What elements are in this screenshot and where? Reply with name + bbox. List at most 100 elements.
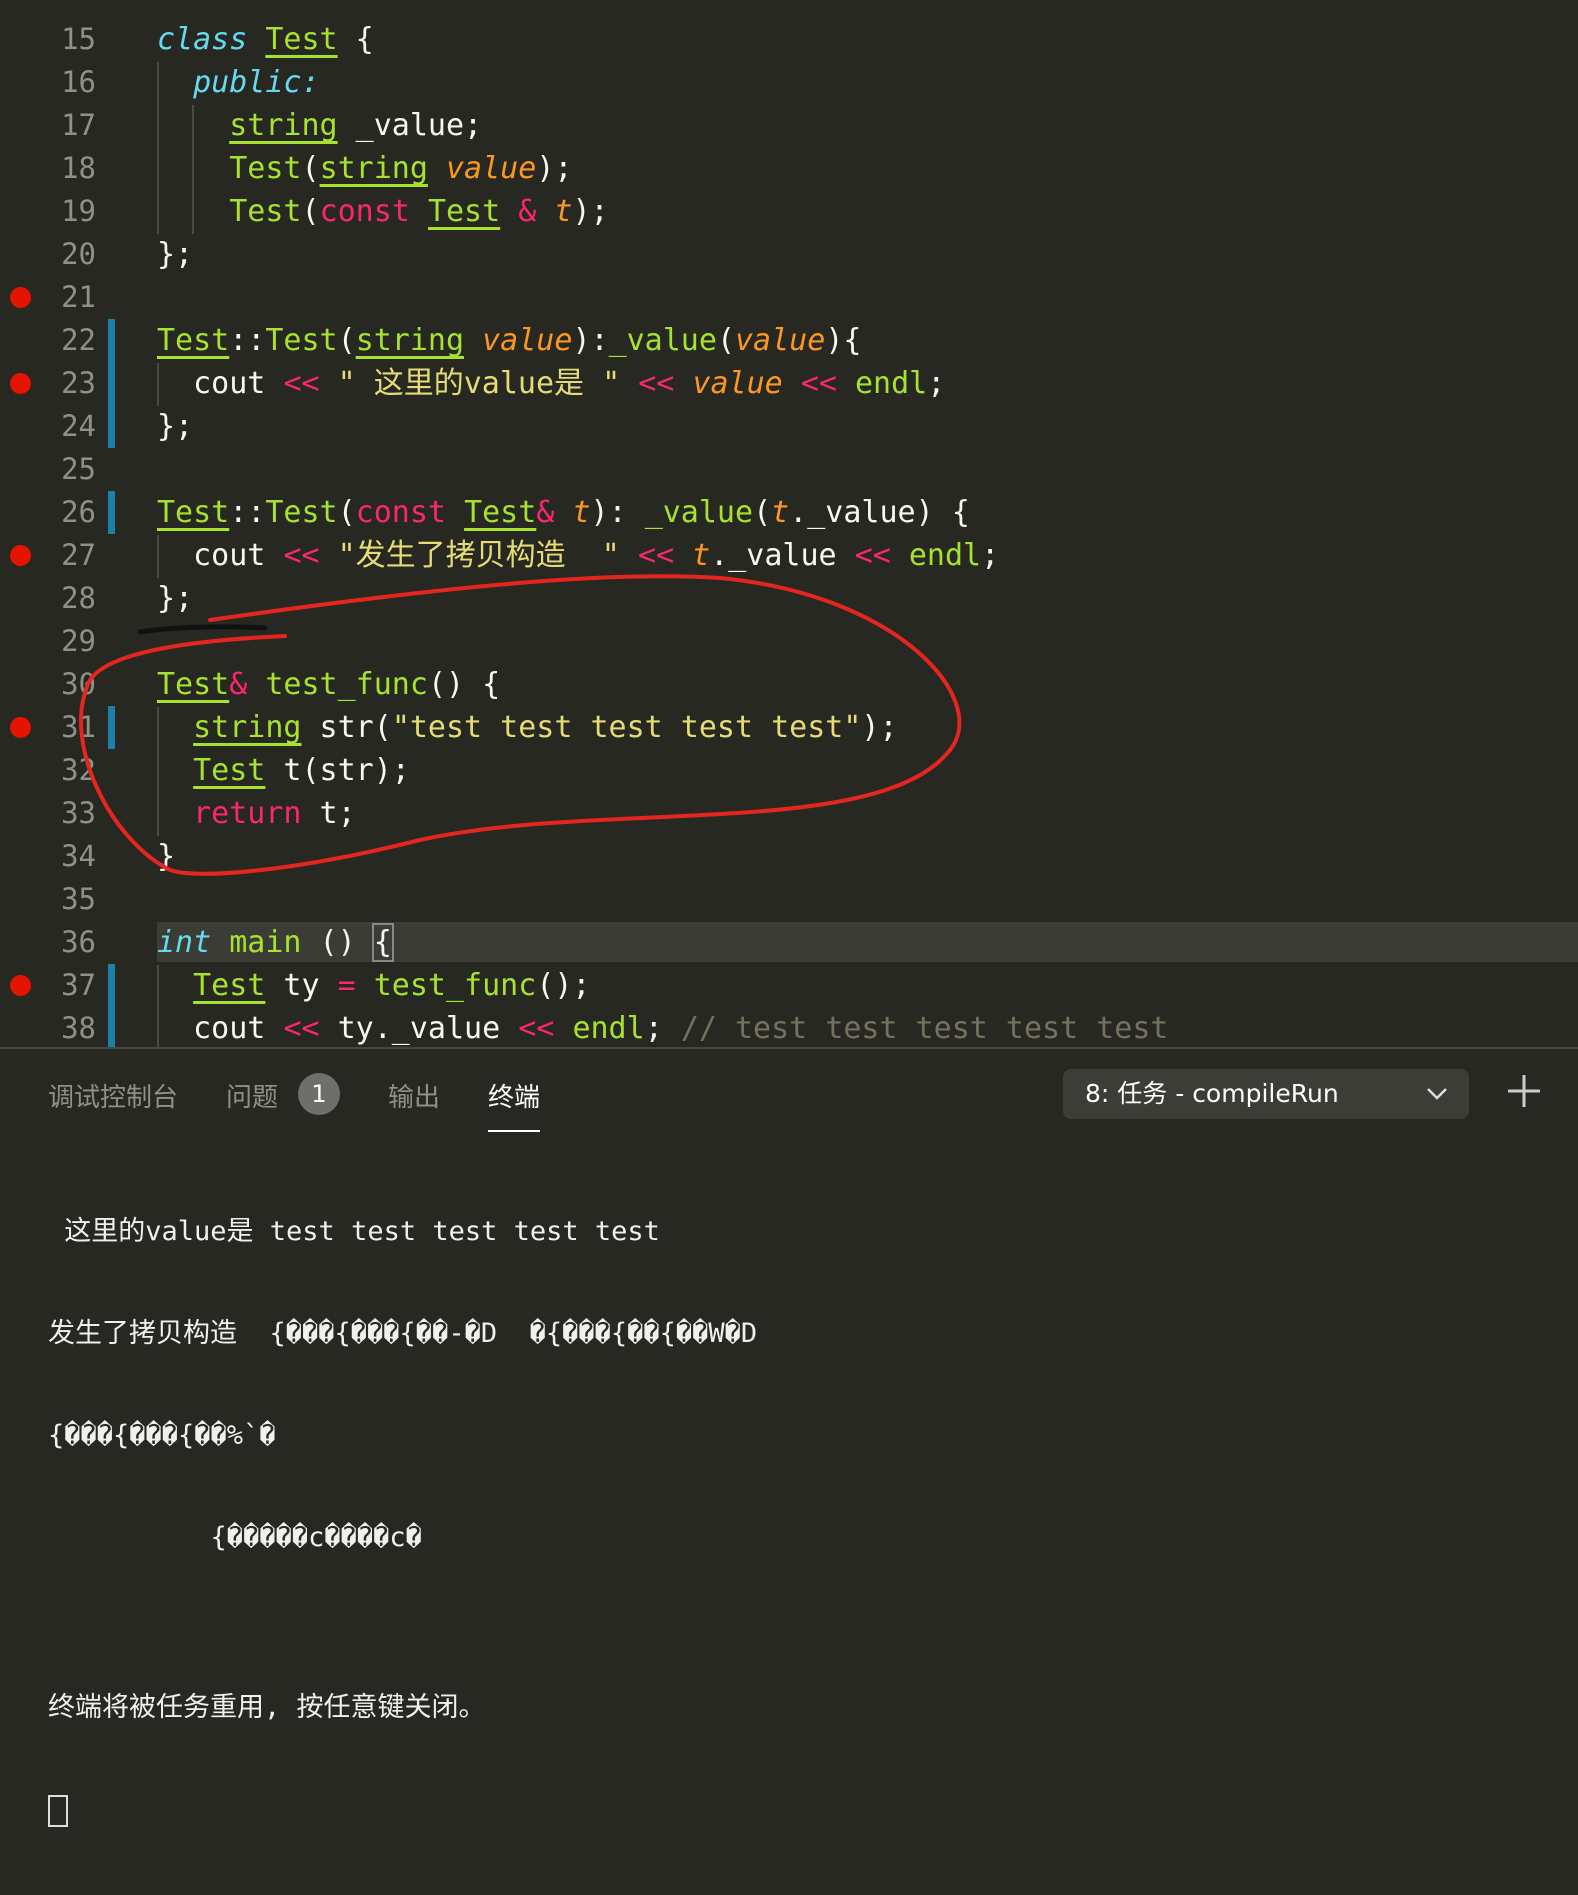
code-line-19[interactable]: 19 Test(const Test & t); xyxy=(0,190,1578,233)
code-line-15[interactable]: 15 class Test { xyxy=(0,18,1578,61)
indent-guide xyxy=(157,363,159,406)
code-line-22[interactable]: 22 Test::Test(string value):_value(value)… xyxy=(0,319,1578,362)
terminal-line: 终端将被任务重用, 按任意键关闭。 xyxy=(48,1692,486,1723)
breakpoint-icon[interactable] xyxy=(10,975,31,996)
code-line-33[interactable]: 33 return t; xyxy=(0,792,1578,835)
code-text[interactable]: Test::Test(const Test& t): _value(t._val… xyxy=(157,491,970,534)
code-line-32[interactable]: 32 Test t(str); xyxy=(0,749,1578,792)
add-terminal-icon[interactable] xyxy=(1504,1071,1544,1111)
code-text[interactable]: }; xyxy=(157,233,193,276)
line-number: 25 xyxy=(61,452,96,486)
git-change-marker[interactable] xyxy=(108,362,115,405)
line-number: 18 xyxy=(61,151,96,185)
code-text[interactable]: cout << ty._value << endl; // test test … xyxy=(157,1007,1168,1047)
code-line-24[interactable]: 24}; xyxy=(0,405,1578,448)
line-number: 23 xyxy=(61,366,96,400)
code-text[interactable]: } xyxy=(157,835,175,878)
code-text[interactable]: Test(const Test & t); xyxy=(157,190,608,233)
breakpoint-icon[interactable] xyxy=(10,545,31,566)
line-number: 36 xyxy=(61,925,96,959)
code-line-25[interactable]: 25 xyxy=(0,448,1578,491)
code-line-26[interactable]: 26 Test::Test(const Test& t): _value(t._v… xyxy=(0,491,1578,534)
code-text[interactable]: }; xyxy=(157,405,193,448)
code-line-17[interactable]: 17 string _value; xyxy=(0,104,1578,147)
git-change-marker[interactable] xyxy=(108,491,115,534)
code-text[interactable]: class Test { xyxy=(157,18,374,61)
code-line-23[interactable]: 23 cout << " 这里的value是 " << value << end… xyxy=(0,362,1578,405)
line-number: 38 xyxy=(61,1011,96,1045)
problems-count-badge: 1 xyxy=(298,1073,340,1115)
code-text[interactable]: Test t(str); xyxy=(157,749,410,792)
code-line-31[interactable]: 31 string str("test test test test test"… xyxy=(0,706,1578,749)
line-number: 31 xyxy=(61,710,96,744)
line-number: 34 xyxy=(61,839,96,873)
code-text[interactable]: Test(string value); xyxy=(157,147,572,190)
code-line-29[interactable]: 29 xyxy=(0,620,1578,663)
line-number: 28 xyxy=(61,581,96,615)
code-line-27[interactable]: 27 cout << "发生了拷贝构造 " << t._value << end… xyxy=(0,534,1578,577)
breakpoint-icon[interactable] xyxy=(10,717,31,738)
code-text[interactable]: }; xyxy=(157,577,193,620)
git-change-marker[interactable] xyxy=(108,319,115,362)
terminal-line: {�����c����c� xyxy=(48,1522,422,1553)
task-select-label: 8: 任务 - compileRun xyxy=(1085,1079,1339,1108)
line-number: 35 xyxy=(61,882,96,916)
code-line-37[interactable]: 37 Test ty = test_func(); xyxy=(0,964,1578,1007)
code-text[interactable]: Test& test_func() { xyxy=(157,663,500,706)
line-number: 33 xyxy=(61,796,96,830)
code-text[interactable]: cout << "发生了拷贝构造 " << t._value << endl; xyxy=(157,534,999,577)
breakpoint-icon[interactable] xyxy=(10,373,31,394)
code-line-28[interactable]: 28}; xyxy=(0,577,1578,620)
line-number: 15 xyxy=(61,22,96,56)
code-line-30[interactable]: 30 Test& test_func() { xyxy=(0,663,1578,706)
code-line-36[interactable]: 36 int main () { xyxy=(0,921,1578,964)
code-line-18[interactable]: 18 Test(string value); xyxy=(0,147,1578,190)
line-number: 26 xyxy=(61,495,96,529)
git-change-marker[interactable] xyxy=(108,1007,115,1047)
line-number: 37 xyxy=(61,968,96,1002)
terminal-line: 这里的value是 test test test test test xyxy=(48,1216,660,1247)
chevron-down-icon xyxy=(1427,1088,1447,1100)
tab-problems[interactable]: 问题 xyxy=(226,1077,278,1114)
tab-debug-console[interactable]: 调试控制台 xyxy=(48,1077,178,1114)
terminal-task-select[interactable]: 8: 任务 - compileRun xyxy=(1063,1069,1469,1119)
terminal-line: {���{���{��%`� xyxy=(48,1420,276,1451)
indent-guide xyxy=(192,105,194,234)
line-number: 22 xyxy=(61,323,96,357)
indent-guide xyxy=(157,965,159,1047)
line-number: 19 xyxy=(61,194,96,228)
code-line-38[interactable]: 38 cout << ty._value << endl; // test te… xyxy=(0,1007,1578,1047)
code-text[interactable]: Test::Test(string value):_value(value){ xyxy=(157,319,861,362)
line-number: 17 xyxy=(61,108,96,142)
indent-guide xyxy=(157,62,159,234)
code-text[interactable]: Test ty = test_func(); xyxy=(157,964,590,1007)
code-text[interactable]: public: xyxy=(157,61,319,104)
line-number: 24 xyxy=(61,409,96,443)
line-number: 30 xyxy=(61,667,96,701)
tab-output[interactable]: 输出 xyxy=(388,1077,440,1114)
code-text[interactable]: string str("test test test test test"); xyxy=(157,706,897,749)
line-number: 27 xyxy=(61,538,96,572)
code-line-34[interactable]: 34} xyxy=(0,835,1578,878)
code-line-20[interactable]: 20}; xyxy=(0,233,1578,276)
line-number: 29 xyxy=(61,624,96,658)
tab-terminal[interactable]: 终端 xyxy=(488,1077,541,1132)
indent-guide xyxy=(157,535,159,578)
code-text[interactable]: int main () { xyxy=(157,921,394,964)
indent-guide xyxy=(157,707,159,836)
line-number: 16 xyxy=(61,65,96,99)
code-line-16[interactable]: 16 public: xyxy=(0,61,1578,104)
code-text[interactable]: cout << " 这里的value是 " << value << endl; xyxy=(157,362,945,405)
code-editor[interactable]: 15 class Test {16 public: 17 string _value… xyxy=(0,0,1578,1047)
line-number: 21 xyxy=(61,280,96,314)
line-number: 20 xyxy=(61,237,96,271)
code-line-35[interactable]: 35 xyxy=(0,878,1578,921)
git-change-marker[interactable] xyxy=(108,405,115,448)
breakpoint-icon[interactable] xyxy=(10,287,31,308)
code-text[interactable]: string _value; xyxy=(157,104,482,147)
git-change-marker[interactable] xyxy=(108,964,115,1007)
code-line-21[interactable]: 21 xyxy=(0,276,1578,319)
git-change-marker[interactable] xyxy=(108,706,115,749)
code-text[interactable]: return t; xyxy=(157,792,356,835)
terminal-output[interactable]: 这里的value是 test test test test test 发生了拷贝… xyxy=(48,1147,757,1895)
